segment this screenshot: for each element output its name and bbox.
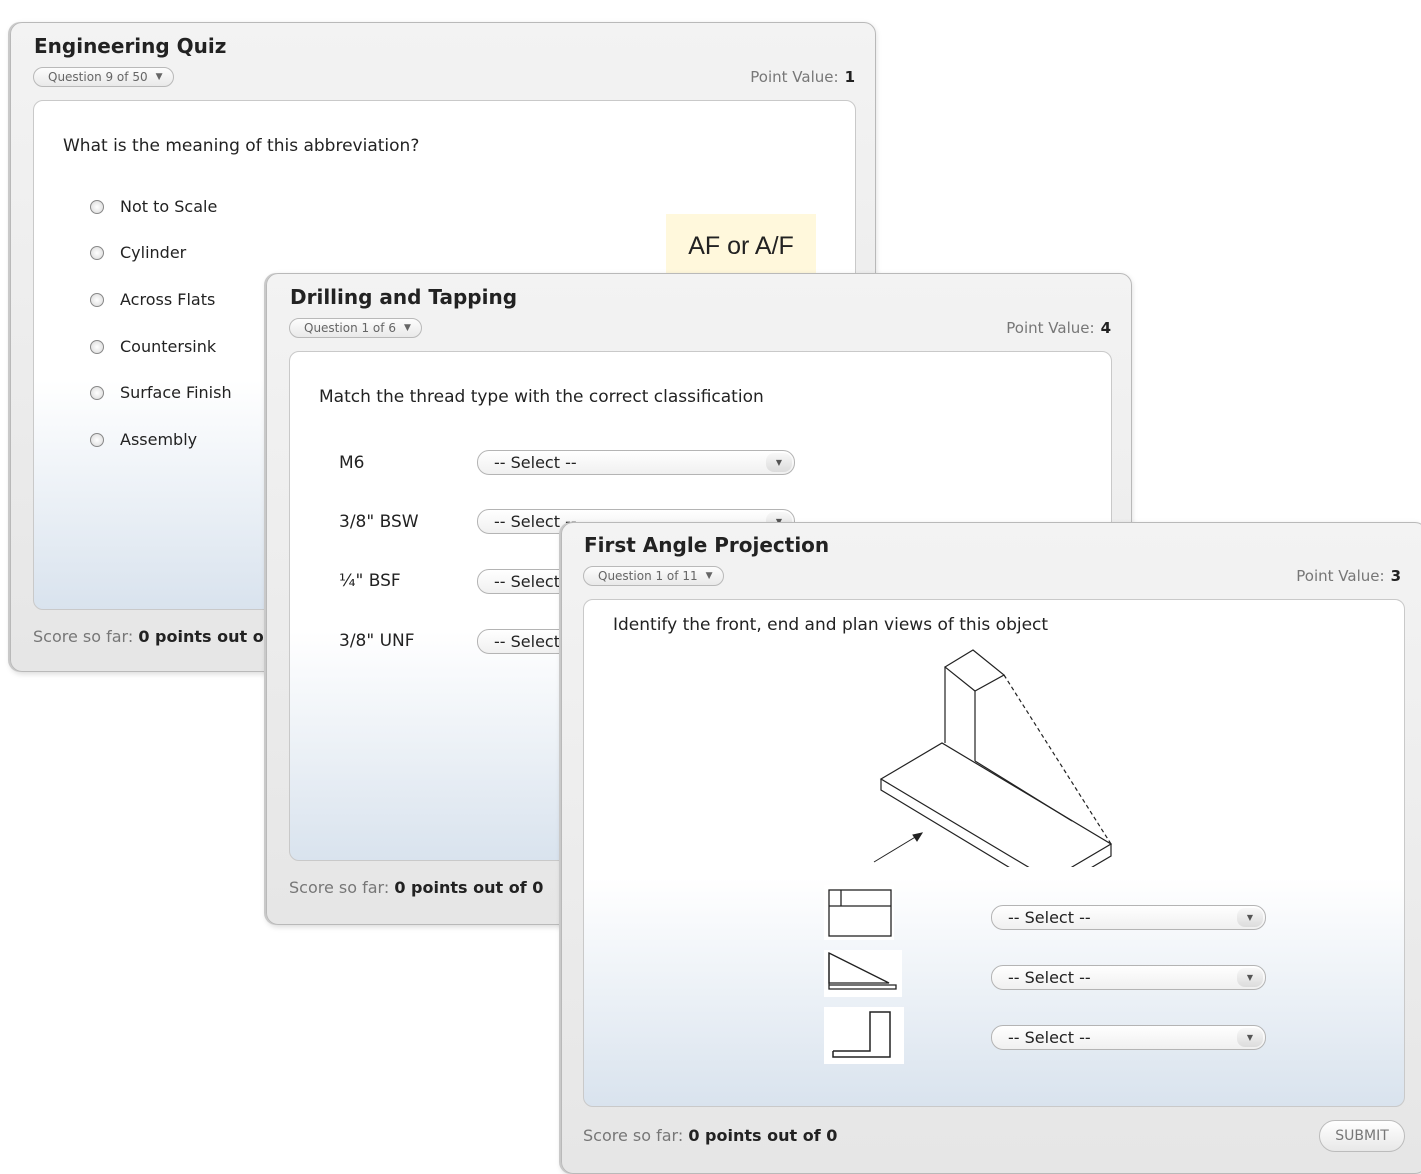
chevron-down-icon: ▼ bbox=[705, 571, 713, 581]
chevron-down-icon: ▼ bbox=[403, 323, 411, 333]
abbreviation-image: AF or A/F bbox=[666, 214, 816, 279]
select-value: -- Select -- bbox=[1008, 1028, 1091, 1047]
point-value-label: Point Value: bbox=[1296, 567, 1385, 585]
chevron-down-icon[interactable]: ▼ bbox=[766, 453, 792, 472]
classification-select[interactable]: -- Select -- ▼ bbox=[477, 450, 795, 475]
option-label: Cylinder bbox=[120, 243, 187, 262]
answer-option[interactable]: Assembly bbox=[90, 430, 197, 449]
chevron-down-icon[interactable]: ▼ bbox=[1237, 968, 1263, 987]
question-text: Match the thread type with the correct c… bbox=[319, 387, 764, 407]
point-value: Point Value: 1 bbox=[750, 68, 855, 86]
question-text: Identify the front, end and plan views o… bbox=[613, 615, 1049, 635]
option-label: Across Flats bbox=[120, 290, 216, 309]
thread-label: M6 bbox=[339, 453, 365, 473]
answer-option[interactable]: Countersink bbox=[90, 337, 216, 356]
thread-label: 3/8" UNF bbox=[339, 631, 415, 651]
isometric-object-drawing bbox=[867, 645, 1112, 867]
option-label: Assembly bbox=[120, 430, 198, 449]
radio-button[interactable] bbox=[90, 432, 104, 447]
card-title: First Angle Projection bbox=[584, 533, 830, 557]
answer-option[interactable]: Cylinder bbox=[90, 243, 186, 262]
chevron-down-icon[interactable]: ▼ bbox=[1237, 1028, 1263, 1047]
card-title: Engineering Quiz bbox=[34, 34, 227, 58]
score-label: Score so far: bbox=[33, 627, 134, 646]
radio-button[interactable] bbox=[90, 385, 104, 400]
chevron-down-icon: ▼ bbox=[155, 72, 163, 82]
select-value: -- Select -- bbox=[1008, 908, 1091, 927]
score-so-far: Score so far: 0 points out of 0 bbox=[33, 627, 287, 646]
submit-button[interactable]: SUBMIT bbox=[1319, 1120, 1405, 1152]
plan-view-thumbnail bbox=[824, 885, 894, 940]
score-value: 0 points out of 0 bbox=[688, 1126, 838, 1145]
question-indicator: Question 1 of 6 bbox=[304, 321, 396, 335]
end-view-thumbnail bbox=[824, 1007, 904, 1064]
select-value: -- Select -- bbox=[1008, 968, 1091, 987]
point-value-number: 3 bbox=[1390, 567, 1401, 585]
answer-option[interactable]: Not to Scale bbox=[90, 197, 217, 216]
point-value-number: 4 bbox=[1100, 319, 1111, 337]
score-so-far: Score so far: 0 points out of 0 bbox=[583, 1126, 837, 1145]
question-selector[interactable]: Question 1 of 6 ▼ bbox=[289, 318, 422, 338]
option-label: Surface Finish bbox=[120, 383, 232, 402]
question-selector[interactable]: Question 1 of 11 ▼ bbox=[583, 566, 724, 586]
thread-label: 3/8" BSW bbox=[339, 512, 419, 532]
point-value-label: Point Value: bbox=[1006, 319, 1095, 337]
card-title: Drilling and Tapping bbox=[290, 285, 518, 309]
score-value: 0 points out of 0 bbox=[394, 878, 544, 897]
point-value: Point Value: 4 bbox=[1006, 319, 1111, 337]
view-select-plan[interactable]: -- Select -- ▼ bbox=[991, 905, 1266, 930]
radio-button[interactable] bbox=[90, 339, 104, 354]
question-panel: Identify the front, end and plan views o… bbox=[583, 599, 1405, 1107]
radio-button[interactable] bbox=[90, 245, 104, 260]
score-so-far: Score so far: 0 points out of 0 bbox=[289, 878, 543, 897]
quiz-card-projection: First Angle Projection Question 1 of 11 … bbox=[561, 522, 1421, 1174]
question-indicator: Question 1 of 11 bbox=[598, 569, 698, 583]
radio-button[interactable] bbox=[90, 292, 104, 307]
radio-button[interactable] bbox=[90, 199, 104, 214]
view-select-front[interactable]: -- Select -- ▼ bbox=[991, 965, 1266, 990]
score-label: Score so far: bbox=[289, 878, 390, 897]
question-selector[interactable]: Question 9 of 50 ▼ bbox=[33, 67, 174, 87]
option-label: Countersink bbox=[120, 337, 217, 356]
option-label: Not to Scale bbox=[120, 197, 218, 216]
score-label: Score so far: bbox=[583, 1126, 684, 1145]
point-value: Point Value: 3 bbox=[1296, 567, 1401, 585]
view-select-end[interactable]: -- Select -- ▼ bbox=[991, 1025, 1266, 1050]
answer-option[interactable]: Surface Finish bbox=[90, 383, 232, 402]
question-text: What is the meaning of this abbreviation… bbox=[63, 136, 420, 156]
question-indicator: Question 9 of 50 bbox=[48, 70, 148, 84]
score-value: 0 points out of 0 bbox=[138, 627, 288, 646]
point-value-label: Point Value: bbox=[750, 68, 839, 86]
thread-label: ¼" BSF bbox=[339, 571, 401, 591]
answer-option[interactable]: Across Flats bbox=[90, 290, 215, 309]
front-view-thumbnail bbox=[824, 950, 902, 997]
chevron-down-icon[interactable]: ▼ bbox=[1237, 908, 1263, 927]
point-value-number: 1 bbox=[844, 68, 855, 86]
select-value: -- Select -- bbox=[494, 453, 577, 472]
